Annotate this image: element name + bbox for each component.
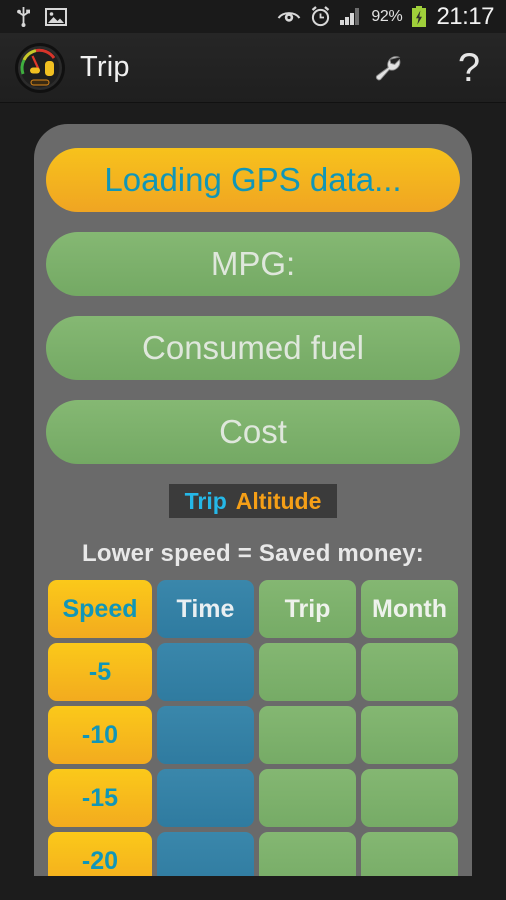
consumed-fuel-button[interactable]: Consumed fuel xyxy=(46,316,460,380)
cell-time[interactable] xyxy=(157,706,254,764)
status-bar-right-icons: 92% 21:17 xyxy=(277,2,494,30)
eye-icon xyxy=(277,9,301,25)
usb-icon xyxy=(16,6,31,27)
cell-trip[interactable] xyxy=(259,643,356,701)
content-panel: Loading GPS data... MPG: Consumed fuel C… xyxy=(34,124,472,876)
column-header-time[interactable]: Time xyxy=(157,580,254,638)
table-row: -15 xyxy=(48,769,458,827)
mpg-label: MPG: xyxy=(210,245,296,282)
gauge-logo-icon[interactable] xyxy=(14,42,66,94)
signal-icon xyxy=(340,8,362,25)
cost-label: Cost xyxy=(219,413,287,450)
page-title: Trip xyxy=(80,51,130,83)
tab-altitude[interactable]: Altitude xyxy=(236,489,322,513)
alarm-icon xyxy=(310,6,331,27)
mpg-button[interactable]: MPG: xyxy=(46,232,460,296)
column-header-speed[interactable]: Speed xyxy=(48,580,152,638)
battery-percent-label: 92% xyxy=(371,7,403,25)
gps-status-button[interactable]: Loading GPS data... xyxy=(46,148,460,212)
action-bar-buttons: ? xyxy=(370,45,486,90)
section-title: Lower speed = Saved money: xyxy=(82,540,424,567)
cell-month[interactable] xyxy=(361,706,458,764)
cell-time[interactable] xyxy=(157,769,254,827)
help-icon[interactable]: ? xyxy=(452,45,486,90)
wrench-icon[interactable] xyxy=(370,51,404,85)
help-icon-glyph: ? xyxy=(457,45,481,90)
image-icon xyxy=(45,7,67,26)
column-header-trip[interactable]: Trip xyxy=(259,580,356,638)
column-header-month[interactable]: Month xyxy=(361,580,458,638)
cell-speed[interactable]: -20 xyxy=(48,832,152,876)
cell-month[interactable] xyxy=(361,643,458,701)
tab-bar: Trip Altitude xyxy=(169,484,337,518)
table-row: -20 xyxy=(48,832,458,876)
cell-speed[interactable]: -15 xyxy=(48,769,152,827)
gps-status-label: Loading GPS data... xyxy=(104,161,402,198)
table-row: -10 xyxy=(48,706,458,764)
cell-speed[interactable]: -5 xyxy=(48,643,152,701)
cell-trip[interactable] xyxy=(259,706,356,764)
savings-table: Speed Time Trip Month -5 -10 -15 -20 xyxy=(46,580,460,876)
status-bar-left-icons xyxy=(16,6,67,27)
status-bar: 92% 21:17 xyxy=(0,0,506,33)
cell-time[interactable] xyxy=(157,832,254,876)
table-header-row: Speed Time Trip Month xyxy=(48,580,458,638)
action-bar: Trip ? xyxy=(0,33,506,103)
bottom-bar xyxy=(0,876,506,900)
cell-speed[interactable]: -10 xyxy=(48,706,152,764)
consumed-fuel-label: Consumed fuel xyxy=(142,329,364,366)
cell-month[interactable] xyxy=(361,769,458,827)
cell-trip[interactable] xyxy=(259,832,356,876)
cost-button[interactable]: Cost xyxy=(46,400,460,464)
battery-charging-icon xyxy=(411,5,427,28)
cell-month[interactable] xyxy=(361,832,458,876)
cell-trip[interactable] xyxy=(259,769,356,827)
clock-label: 21:17 xyxy=(436,2,494,30)
tab-trip[interactable]: Trip xyxy=(185,489,227,513)
table-row: -5 xyxy=(48,643,458,701)
cell-time[interactable] xyxy=(157,643,254,701)
